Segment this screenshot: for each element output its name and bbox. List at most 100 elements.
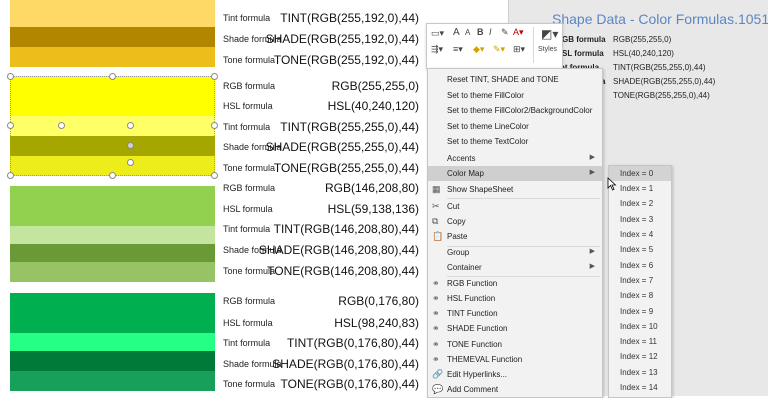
sub-shape-handle-center[interactable]: [127, 142, 134, 149]
formula-text: SHADE(RGB(255,255,0),44): [265, 140, 419, 154]
swatch-tone-0-176-80[interactable]: [10, 371, 215, 391]
shape-data-value[interactable]: TINT(RGB(255,255,0),44): [613, 63, 705, 72]
fill-color-icon[interactable]: ◆▾: [473, 44, 484, 55]
formula-text: HSL(98,240,83): [334, 316, 419, 330]
mini-toolbar: ▭▾ A A B I ✎ A▾ ⇶▾ ≡▾ ◆▾ ✎▾ ⊞▾ ◩▾ Styles: [426, 23, 563, 69]
selection-handle-bottom-middle[interactable]: [109, 172, 116, 179]
menu-item-hsl-function[interactable]: ⚭ HSL Function: [428, 291, 602, 306]
font-grow-icon[interactable]: A: [453, 27, 460, 38]
link-icon: ⚭: [432, 354, 440, 364]
selection-frame: [10, 76, 215, 176]
color-map-index-12[interactable]: Index = 12: [609, 349, 671, 364]
color-map-index-11[interactable]: Index = 11: [609, 334, 671, 349]
menu-item-set-theme-fillcolor2[interactable]: Set to theme FillColor2/BackgroundColor: [428, 103, 602, 118]
swatch-tint-255-192-0[interactable]: [10, 0, 215, 27]
sub-shape-handle-lower[interactable]: [127, 159, 134, 166]
styles-icon[interactable]: ◩▾: [541, 27, 558, 41]
selection-handle-bottom-left[interactable]: [7, 172, 14, 179]
color-map-index-5[interactable]: Index = 5: [609, 242, 671, 257]
text-color-icon[interactable]: A▾: [513, 27, 524, 38]
color-map-index-10[interactable]: Index = 10: [609, 319, 671, 334]
color-map-index-8[interactable]: Index = 8: [609, 288, 671, 303]
text-align-icon[interactable]: ≡▾: [453, 44, 463, 55]
selection-handle-top-right[interactable]: [211, 73, 218, 80]
italic-icon[interactable]: I: [489, 27, 492, 37]
menu-item-accents[interactable]: Accents ▶: [428, 151, 602, 166]
menu-item-group[interactable]: Group ▶: [428, 245, 602, 260]
menu-item-set-theme-linecolor[interactable]: Set to theme LineColor: [428, 119, 602, 134]
menu-item-color-map[interactable]: Color Map ▶: [428, 166, 602, 181]
swatch-shade-146-208-80[interactable]: [10, 244, 215, 262]
line-color-icon[interactable]: ✎▾: [493, 44, 505, 55]
color-map-index-7[interactable]: Index = 7: [609, 273, 671, 288]
formula-text: TONE(RGB(255,255,0),44): [273, 161, 419, 175]
menu-item-rgb-function[interactable]: ⚭ RGB Function: [428, 276, 602, 291]
group-icon[interactable]: ▭▾: [431, 28, 444, 39]
shape-data-value[interactable]: SHADE(RGB(255,255,0),44): [613, 77, 715, 86]
menu-item-tone-function[interactable]: ⚭ TONE Function: [428, 337, 602, 352]
color-map-index-0[interactable]: Index = 0: [609, 166, 671, 181]
menu-item-paste[interactable]: 📋 Paste: [428, 229, 602, 244]
menu-item-container[interactable]: Container ▶: [428, 260, 602, 275]
menu-item-cut[interactable]: ✂ Cut: [428, 199, 602, 214]
styles-label[interactable]: Styles: [538, 46, 557, 53]
mouse-cursor-icon: [607, 177, 617, 191]
shape-data-value[interactable]: HSL(40,240,120): [613, 49, 674, 58]
menu-item-copy[interactable]: ⧉ Copy: [428, 214, 602, 229]
menu-item-tint-function[interactable]: ⚭ TINT Function: [428, 306, 602, 321]
hyperlink-icon: 🔗: [432, 369, 444, 379]
menu-item-shade-function[interactable]: ⚭ SHADE Function: [428, 321, 602, 336]
mini-toolbar-separator: [533, 27, 534, 63]
sub-shape-handle-right[interactable]: [127, 122, 134, 129]
menu-item-edit-hyperlinks[interactable]: 🔗 Edit Hyperlinks...: [428, 367, 602, 382]
link-icon: ⚭: [432, 308, 440, 318]
formula-text: TINT(RGB(146,208,80),44): [273, 222, 419, 236]
scissors-icon: ✂: [432, 201, 440, 211]
swatch-rgb-0-176-80[interactable]: [10, 293, 215, 333]
swatch-tone-255-192-0[interactable]: [10, 47, 215, 67]
shape-data-value[interactable]: TONE(RGB(255,255,0),44): [613, 91, 710, 100]
color-map-index-2[interactable]: Index = 2: [609, 196, 671, 211]
shape-data-value[interactable]: RGB(255,255,0): [613, 35, 671, 44]
color-map-index-1[interactable]: Index = 1: [609, 181, 671, 196]
color-map-index-9[interactable]: Index = 9: [609, 304, 671, 319]
format-painter-icon[interactable]: ✎: [501, 27, 509, 38]
swatch-tone-146-208-80[interactable]: [10, 262, 215, 282]
formula-text: TINT(RGB(0,176,80),44): [286, 336, 419, 350]
formula-text: SHADE(RGB(255,192,0),44): [265, 32, 419, 46]
bold-icon[interactable]: B: [477, 27, 484, 37]
swatch-tint-146-208-80[interactable]: [10, 226, 215, 244]
comment-icon: 💬: [432, 384, 444, 394]
connector-icon[interactable]: ⊞▾: [513, 44, 525, 55]
menu-item-reset-tint-shade-tone[interactable]: Reset TINT, SHADE and TONE: [428, 72, 602, 87]
selection-handle-middle-right[interactable]: [211, 122, 218, 129]
menu-item-themeval-function[interactable]: ⚭ THEMEVAL Function: [428, 352, 602, 367]
color-map-index-13[interactable]: Index = 13: [609, 365, 671, 380]
formula-text: HSL(40,240,120): [327, 99, 419, 113]
shapesheet-icon: ▦: [432, 184, 441, 194]
selection-handle-bottom-right[interactable]: [211, 172, 218, 179]
selection-handle-top-left[interactable]: [7, 73, 14, 80]
font-shrink-icon[interactable]: A: [465, 28, 470, 37]
menu-item-show-shapesheet[interactable]: ▦ Show ShapeSheet: [428, 182, 602, 197]
swatch-tint-0-176-80[interactable]: [10, 333, 215, 351]
color-map-submenu: Index = 0 Index = 1 Index = 2 Index = 3 …: [608, 165, 672, 398]
swatch-rgb-146-208-80[interactable]: [10, 186, 215, 226]
color-map-index-6[interactable]: Index = 6: [609, 258, 671, 273]
sub-shape-handle-left[interactable]: [58, 122, 65, 129]
formula-text: TONE(RGB(255,192,0),44): [273, 53, 419, 67]
swatch-shade-0-176-80[interactable]: [10, 351, 215, 371]
menu-item-add-comment[interactable]: 💬 Add Comment: [428, 382, 602, 397]
line-style-icon[interactable]: ⇶▾: [431, 44, 443, 55]
selection-handle-top-middle[interactable]: [109, 73, 116, 80]
color-map-index-3[interactable]: Index = 3: [609, 212, 671, 227]
formula-text: TINT(RGB(255,255,0),44): [280, 120, 419, 134]
menu-item-set-theme-fillcolor[interactable]: Set to theme FillColor: [428, 88, 602, 103]
shape-data-key: GB formula: [562, 35, 606, 44]
color-map-index-4[interactable]: Index = 4: [609, 227, 671, 242]
selection-handle-middle-left[interactable]: [7, 122, 14, 129]
swatch-shade-255-192-0[interactable]: [10, 27, 215, 47]
menu-item-set-theme-textcolor[interactable]: Set to theme TextColor: [428, 134, 602, 149]
color-map-index-14[interactable]: Index = 14: [609, 380, 671, 395]
submenu-arrow-icon: ▶: [589, 263, 595, 270]
